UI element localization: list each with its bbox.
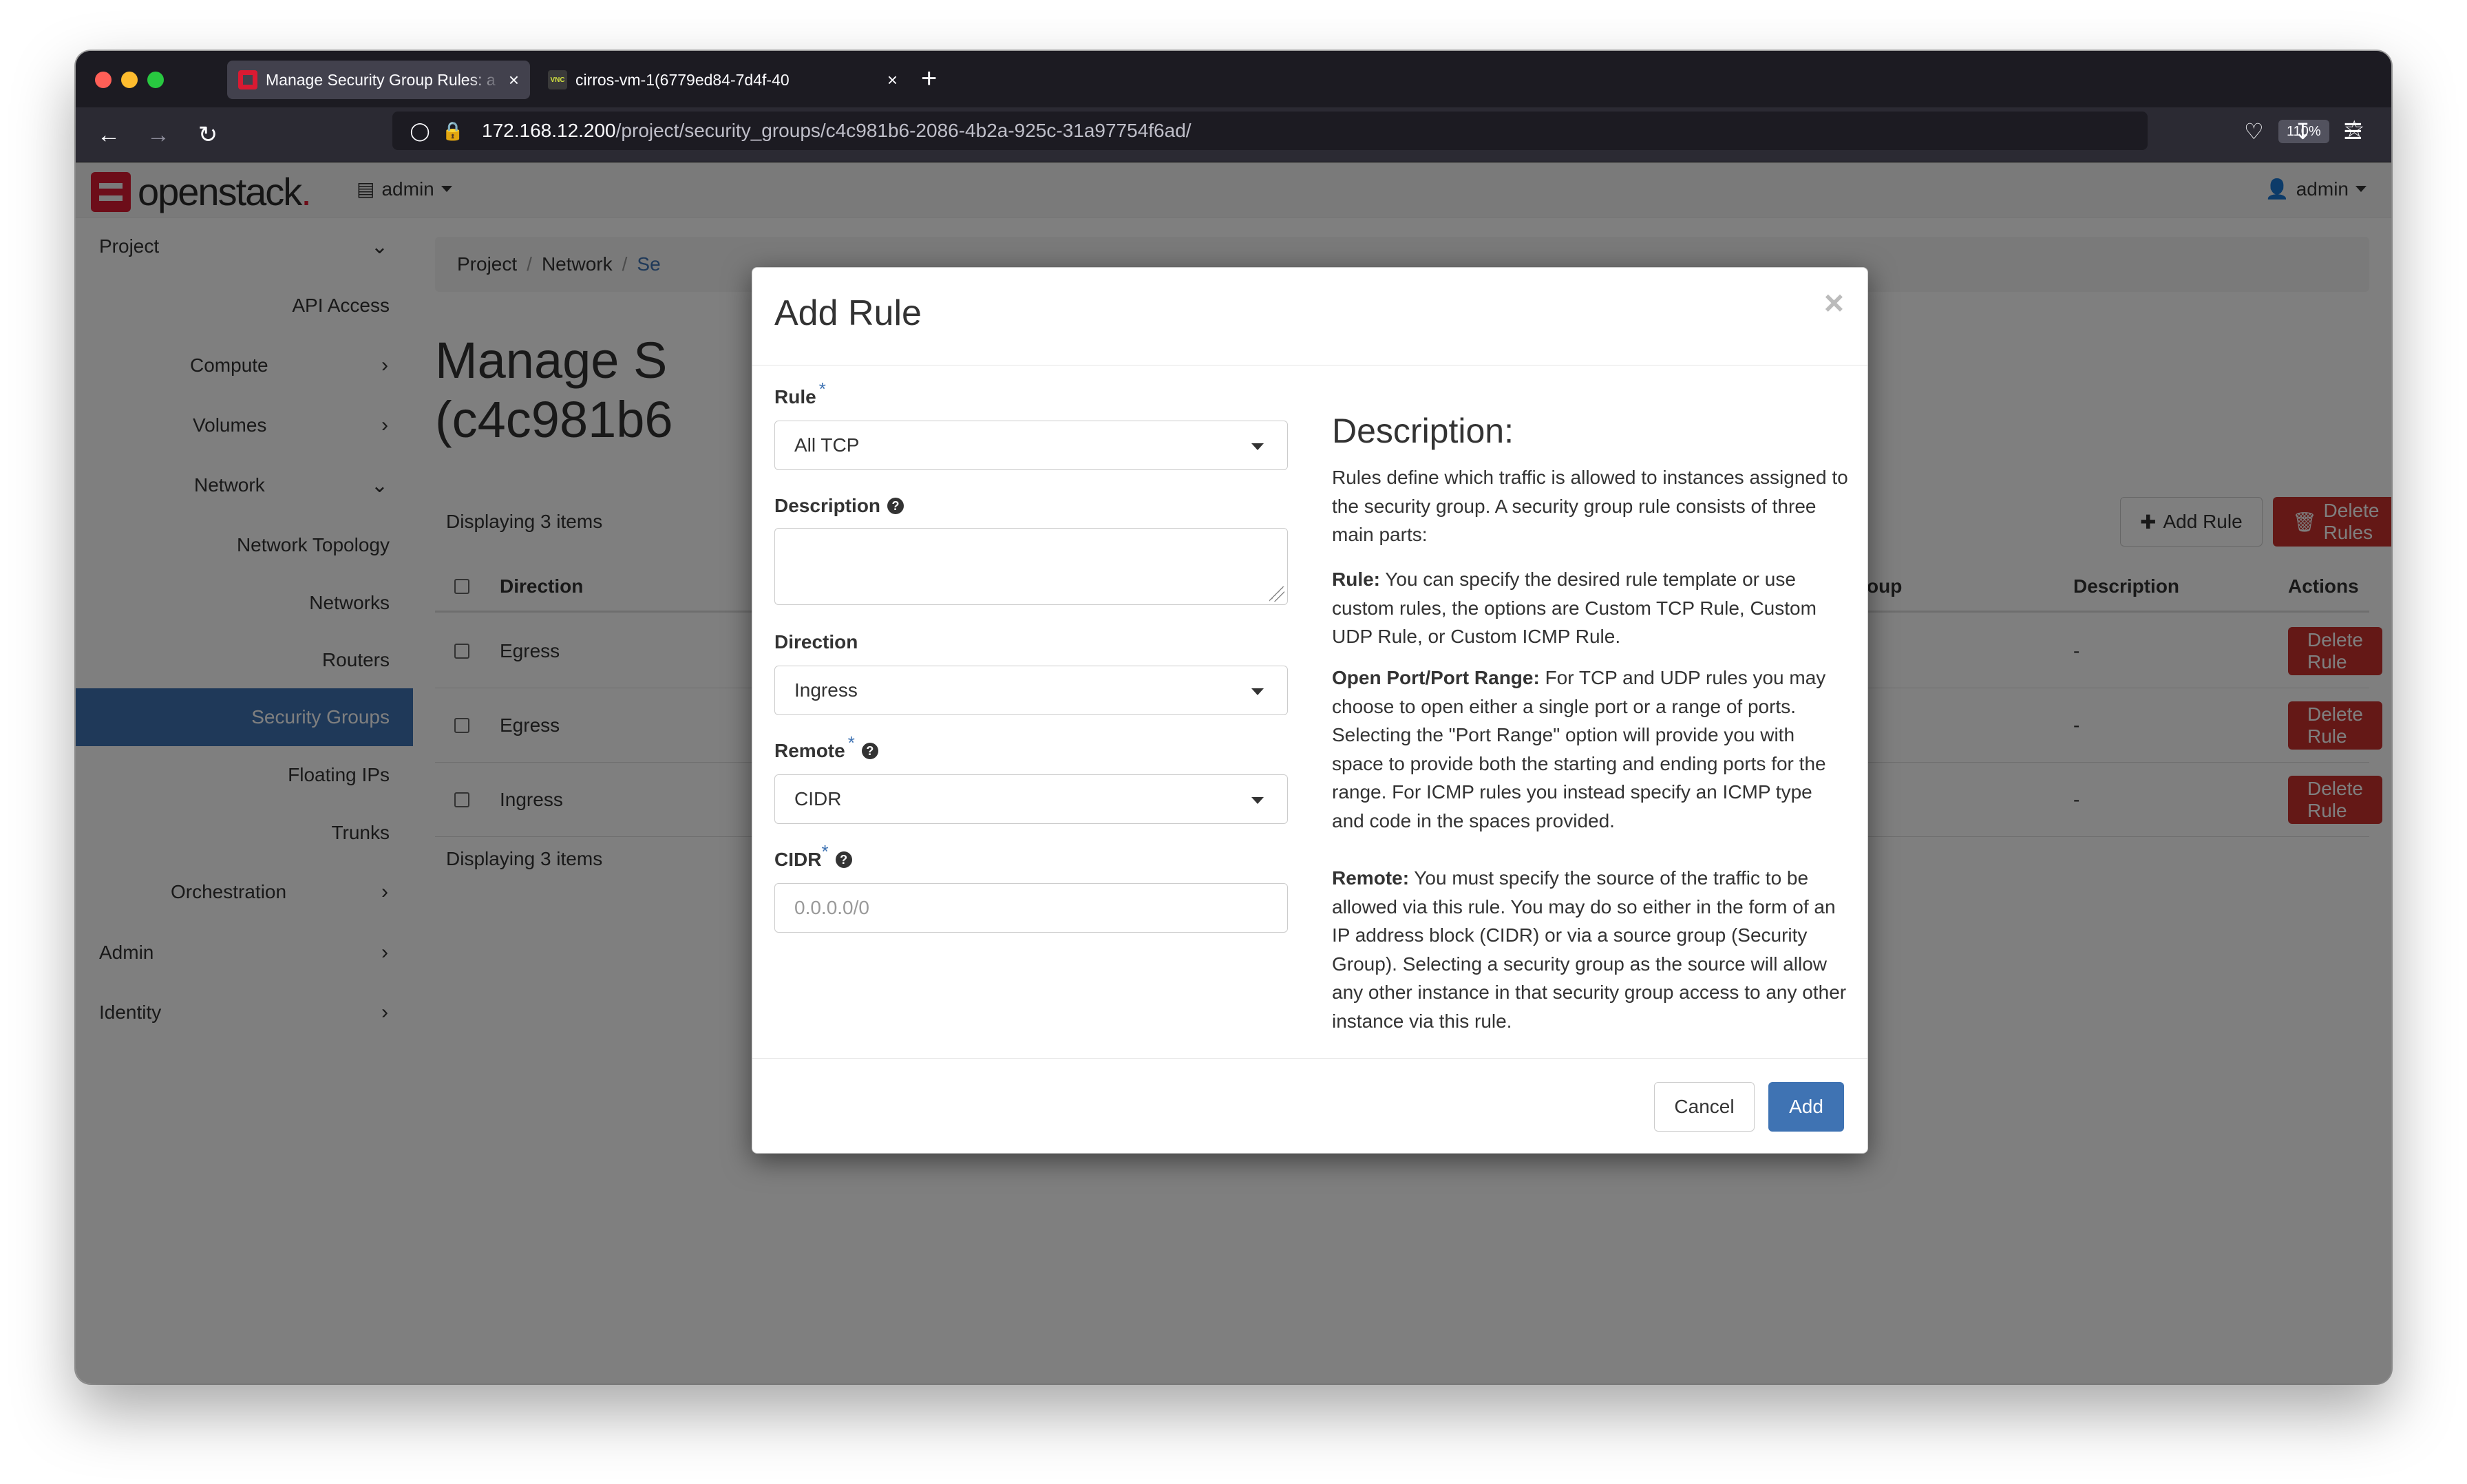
remote-select[interactable]: CIDR bbox=[774, 774, 1288, 824]
add-rule-modal: Add Rule × Rule * All TCP Description? Di… bbox=[752, 267, 1868, 1154]
description-port: Open Port/Port Range: For TCP and UDP ru… bbox=[1332, 667, 1826, 831]
caret-down-icon bbox=[1251, 443, 1264, 450]
shield-icon[interactable]: ◯ bbox=[407, 120, 432, 142]
direction-label: Direction bbox=[774, 631, 858, 653]
close-window-button[interactable] bbox=[95, 72, 112, 88]
lock-icon[interactable]: 🔒 bbox=[441, 120, 465, 142]
modal-footer: Cancel Add bbox=[752, 1058, 1867, 1154]
rule-label: Rule * bbox=[774, 378, 826, 408]
description-label: Description? bbox=[774, 495, 904, 517]
close-tab-icon[interactable]: × bbox=[887, 70, 898, 91]
caret-down-icon bbox=[1251, 797, 1264, 804]
tab-title: Manage Security Group Rules: a bbox=[266, 70, 496, 89]
pocket-icon[interactable]: ♡ bbox=[2244, 118, 2264, 145]
tab-cirros-vm[interactable]: VNC cirros-vm-1(6779ed84-7d4f-40 × bbox=[537, 61, 909, 99]
description-intro: Rules define which traffic is allowed to… bbox=[1332, 467, 1848, 545]
modal-header: Add Rule × bbox=[752, 268, 1867, 365]
browser-window: Manage Security Group Rules: a × VNC cir… bbox=[76, 51, 2391, 1384]
caret-down-icon bbox=[1251, 688, 1264, 695]
tab-title: cirros-vm-1(6779ed84-7d4f-40 bbox=[575, 70, 790, 89]
description-textarea[interactable] bbox=[774, 528, 1288, 605]
cidr-input[interactable]: 0.0.0.0/0 bbox=[774, 883, 1288, 933]
direction-select-value: Ingress bbox=[794, 679, 858, 701]
description-rule: Rule: You can specify the desired rule t… bbox=[1332, 569, 1817, 647]
rule-select-value: All TCP bbox=[794, 434, 860, 456]
menu-icon[interactable]: ☰ bbox=[2343, 118, 2363, 145]
rule-select[interactable]: All TCP bbox=[774, 421, 1288, 470]
download-icon[interactable]: ↧ bbox=[2294, 118, 2312, 145]
remote-select-value: CIDR bbox=[794, 788, 842, 809]
help-icon[interactable]: ? bbox=[835, 851, 852, 868]
forward-icon[interactable]: → bbox=[142, 118, 175, 151]
address-bar[interactable]: ◯ 🔒 172.168.12.200/project/security_grou… bbox=[392, 112, 2364, 150]
vnc-icon: VNC bbox=[548, 70, 567, 89]
required-marker: * bbox=[847, 732, 855, 753]
modal-title: Add Rule bbox=[774, 293, 922, 333]
tab-manage-security-group-rules[interactable]: Manage Security Group Rules: a × bbox=[227, 61, 530, 99]
required-marker: * bbox=[821, 840, 829, 862]
help-icon[interactable]: ? bbox=[861, 743, 878, 759]
close-tab-icon[interactable]: × bbox=[509, 70, 519, 91]
reload-icon[interactable]: ↻ bbox=[191, 118, 224, 151]
resize-handle[interactable] bbox=[1269, 586, 1284, 602]
url-text[interactable]: 172.168.12.200/project/security_groups/c… bbox=[482, 120, 1192, 142]
required-marker: * bbox=[818, 378, 826, 399]
back-icon[interactable]: ← bbox=[92, 118, 125, 151]
cidr-label: CIDR *? bbox=[774, 841, 852, 871]
cancel-button[interactable]: Cancel bbox=[1654, 1082, 1755, 1132]
help-icon[interactable]: ? bbox=[887, 498, 904, 514]
direction-select[interactable]: Ingress bbox=[774, 666, 1288, 715]
minimize-window-button[interactable] bbox=[121, 72, 138, 88]
description-remote: Remote: You must specify the source of t… bbox=[1332, 867, 1847, 1032]
cidr-placeholder: 0.0.0.0/0 bbox=[794, 897, 869, 918]
add-button[interactable]: Add bbox=[1768, 1082, 1844, 1132]
close-icon[interactable]: × bbox=[1824, 286, 1844, 320]
tab-bar: Manage Security Group Rules: a × VNC cir… bbox=[76, 51, 2391, 107]
description-heading: Description: bbox=[1332, 412, 1514, 450]
remote-label: Remote *? bbox=[774, 732, 878, 762]
new-tab-button[interactable]: + bbox=[921, 65, 937, 92]
openstack-icon bbox=[238, 70, 257, 89]
maximize-window-button[interactable] bbox=[147, 72, 164, 88]
